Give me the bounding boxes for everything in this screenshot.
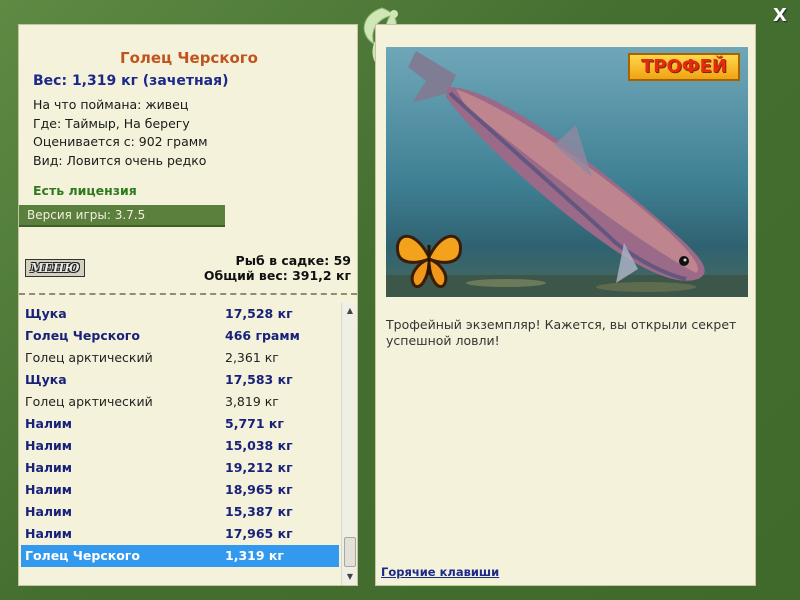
catch-fish-name: Налим (25, 460, 73, 475)
license-status: Есть лицензия (33, 183, 137, 198)
catch-list-item[interactable]: Голец Черского 466 грамм (21, 325, 339, 347)
catch-fish-name: Налим (25, 416, 73, 431)
hotkeys-link[interactable]: Горячие клавиши (381, 565, 499, 579)
fish-title: Голец Черского (120, 49, 258, 67)
rarity-text: Вид: Ловится очень редко (33, 152, 207, 168)
catch-fish-weight: 15,038 кг (225, 438, 293, 453)
catch-list[interactable]: Щука 17,528 кг Голец Черского 466 грамм Голе… (21, 303, 339, 581)
catch-fish-weight: 17,528 кг (225, 306, 293, 321)
catch-list-item[interactable]: Налим 15,038 кг (21, 435, 339, 457)
catch-fish-weight: 15,387 кг (225, 504, 293, 519)
catch-fish-weight: 17,965 кг (225, 526, 293, 541)
catch-list-item[interactable]: Щука 17,583 кг (21, 369, 339, 391)
catch-list-item[interactable]: Налим 15,387 кг (21, 501, 339, 523)
scroll-thumb[interactable] (344, 537, 356, 567)
catch-list-item[interactable]: Голец Черского 1,319 кг (21, 545, 339, 567)
fish-weight: Вес: 1,319 кг (зачетная) (33, 73, 229, 89)
trophy-panel: ТРОФЕЙ Трофейный экземпляр! Кажется, вы … (375, 24, 756, 586)
butterfly-icon (396, 234, 462, 288)
catch-fish-name: Щука (25, 372, 67, 387)
catch-fish-weight: 466 грамм (225, 328, 300, 343)
catch-fish-weight: 2,361 кг (225, 350, 279, 365)
catch-fish-weight: 17,583 кг (225, 372, 293, 387)
trophy-description: Трофейный экземпляр! Кажется, вы открыли… (386, 317, 737, 348)
catch-list-item[interactable]: Щука 17,528 кг (21, 303, 339, 325)
catch-fish-name: Налим (25, 504, 73, 519)
menu-button[interactable]: МЕНЮ (25, 259, 85, 277)
total-weight: Общий вес: 391,2 кг (203, 268, 351, 283)
catch-list-item[interactable]: Налим 17,965 кг (21, 523, 339, 545)
scroll-down-arrow-icon[interactable]: ▼ (342, 569, 358, 585)
catch-fish-weight: 3,819 кг (225, 394, 279, 409)
fish-info-panel: Голец Черского Вес: 1,319 кг (зачетная) … (18, 24, 358, 586)
fish-details: На что поймана: живец Где: Таймыр, На бе… (33, 96, 208, 170)
game-window-frame: X Голец Черского Вес: 1,319 кг (зачетная… (0, 0, 800, 600)
scroll-up-arrow-icon[interactable]: ▲ (342, 303, 358, 319)
catch-fish-name: Голец Черского (25, 328, 140, 343)
caught-on-text: На что поймана: живец (33, 97, 189, 112)
catch-fish-weight: 5,771 кг (225, 416, 284, 431)
location-text: Где: Таймыр, На берегу (33, 115, 190, 131)
catch-list-item[interactable]: Голец арктический 2,361 кг (21, 347, 339, 369)
divider (19, 293, 357, 295)
fish-photo: ТРОФЕЙ (386, 47, 748, 297)
version-bar: Версия игры: 3.7.5 (19, 205, 225, 227)
catch-fish-name: Налим (25, 526, 73, 541)
catch-fish-name: Налим (25, 438, 73, 453)
keepnet-stats: Рыб в садке: 59 Общий вес: 391,2 кг (204, 253, 351, 283)
close-button[interactable]: X (770, 6, 790, 26)
catch-fish-weight: 19,212 кг (225, 460, 293, 475)
valued-from-text: Оценивается с: 902 грамм (33, 134, 208, 149)
catch-fish-name: Голец арктический (25, 350, 153, 365)
catch-list-item[interactable]: Голец арктический 3,819 кг (21, 391, 339, 413)
catch-list-scrollbar[interactable]: ▲ ▼ (341, 303, 357, 585)
catch-list-item[interactable]: Налим 5,771 кг (21, 413, 339, 435)
catch-fish-weight: 18,965 кг (225, 482, 293, 497)
catch-fish-name: Налим (25, 482, 73, 497)
fish-count: Рыб в садке: 59 (235, 253, 351, 268)
catch-list-item[interactable]: Налим 19,212 кг (21, 457, 339, 479)
catch-fish-name: Голец Черского (25, 548, 140, 563)
catch-fish-name: Щука (25, 306, 67, 321)
catch-fish-name: Голец арктический (25, 394, 153, 409)
catch-list-item[interactable]: Налим 18,965 кг (21, 479, 339, 501)
catch-fish-weight: 1,319 кг (225, 548, 284, 563)
trophy-badge: ТРОФЕЙ (628, 53, 740, 81)
